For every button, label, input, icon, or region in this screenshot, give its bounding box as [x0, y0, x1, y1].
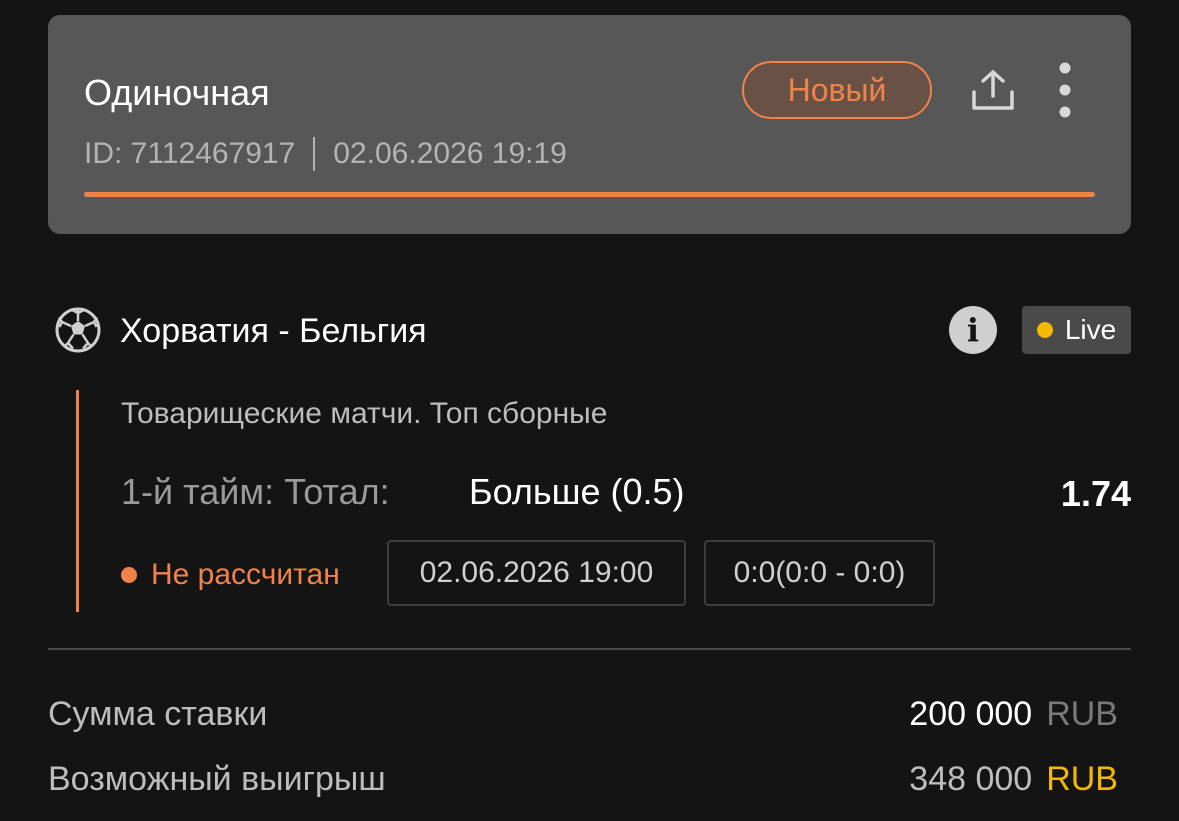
event-start-time: 02.06.2026 19:00 [387, 540, 686, 606]
event-title[interactable]: Хорватия - Бельгия [120, 312, 427, 350]
info-button[interactable]: i [949, 306, 997, 354]
more-options-button[interactable] [1048, 61, 1082, 119]
payout-row: Возможный выигрыш 348 000 RUB [48, 757, 1118, 801]
soccer-ball-icon [55, 307, 101, 353]
settlement-status-label: Не рассчитан [151, 558, 340, 591]
stake-value: 200 000 RUB [909, 692, 1118, 736]
bet-id: ID: 7112467917 [84, 137, 296, 170]
bet-created-at: 02.06.2026 19:19 [333, 137, 567, 170]
stake-amount: 200 000 [909, 695, 1033, 733]
stake-label: Сумма ставки [48, 695, 268, 733]
tournament-name: Товарищеские матчи. Топ сборные [121, 397, 608, 430]
meta-divider [313, 137, 316, 171]
stake-row: Сумма ставки 200 000 RUB [48, 692, 1118, 736]
event-row: Хорватия - Бельгия i Live [54, 302, 1131, 358]
event-score: 0:0(0:0 - 0:0) [704, 540, 935, 606]
more-vertical-icon [1059, 62, 1071, 118]
live-label: Live [1064, 314, 1117, 345]
bet-type-title: Одиночная [84, 72, 270, 113]
payout-currency: RUB [1046, 760, 1118, 798]
status-dot-icon [121, 567, 137, 583]
stake-currency: RUB [1046, 695, 1118, 733]
settlement-status: Не рассчитан [121, 558, 340, 592]
selection-details: Товарищеские матчи. Топ сборные 1-й тайм… [76, 390, 1131, 612]
section-divider [48, 648, 1131, 650]
outcome-name: Больше (0.5) [469, 471, 685, 512]
payout-value: 348 000 RUB [909, 757, 1118, 801]
bet-header-card: Одиночная Новый ID: 7112467917 02.06.202… [48, 15, 1131, 234]
share-icon [972, 70, 1014, 110]
payout-label: Возможный выигрыш [48, 760, 386, 798]
bet-meta: ID: 7112467917 02.06.2026 19:19 [84, 137, 567, 171]
share-button[interactable] [966, 65, 1020, 115]
market-name: 1-й тайм: Тотал: [121, 471, 390, 512]
status-progress-bar [84, 192, 1095, 197]
live-dot-icon [1036, 322, 1053, 338]
coefficient: 1.74 [1060, 473, 1131, 514]
live-badge: Live [1022, 306, 1131, 354]
info-icon: i [966, 311, 980, 349]
status-badge: Новый [742, 61, 932, 119]
payout-amount: 348 000 [909, 760, 1033, 798]
